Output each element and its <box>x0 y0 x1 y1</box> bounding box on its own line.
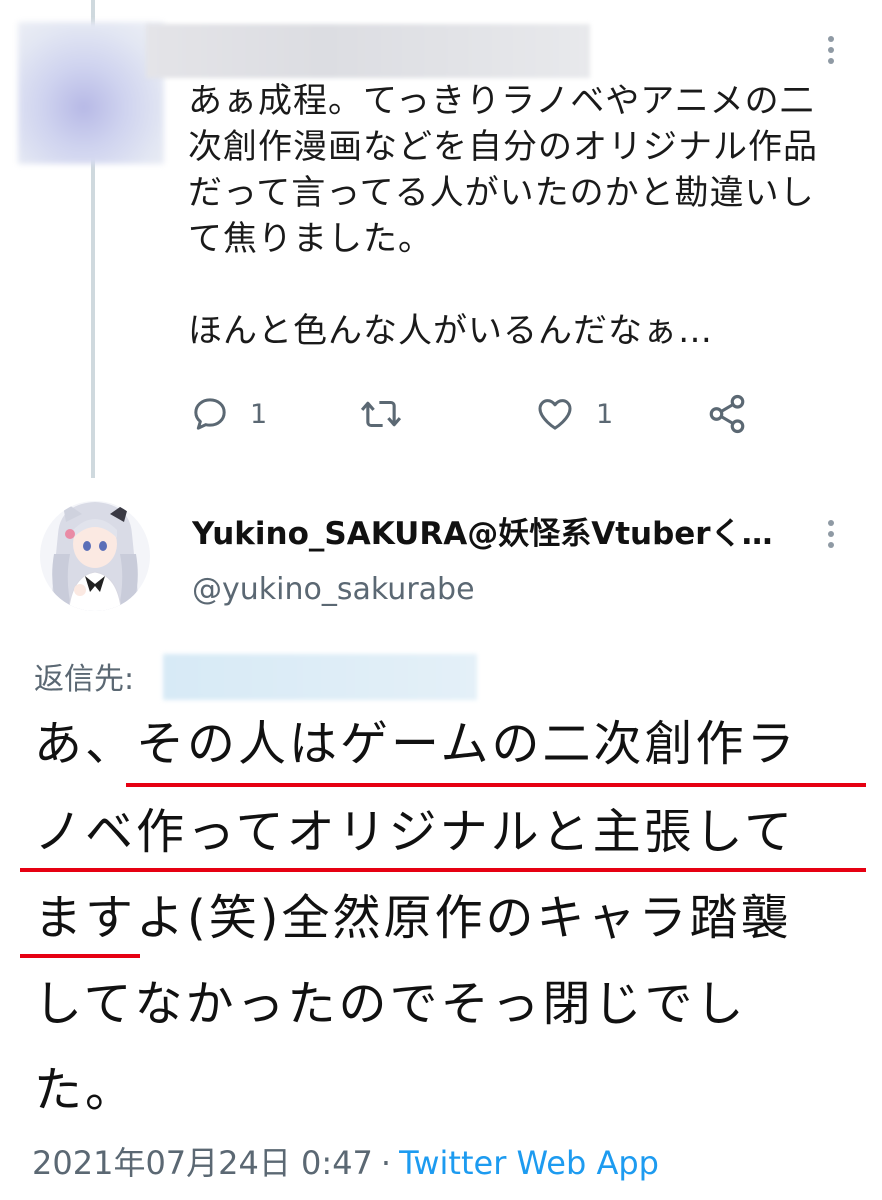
tweet-text-line-4: してなかったのでそっ閉じでし <box>34 976 747 1032</box>
parent-tweet-text: あぁ成程。てっきりラノベやアニメの二 次創作漫画などを自分のオリジナル作品 だっ… <box>188 81 818 351</box>
like-count: 1 <box>596 398 614 430</box>
blurred-avatar[interactable] <box>18 22 164 164</box>
tweet-text-line-2: ノベ作ってオリジナルと主張して <box>34 804 796 860</box>
timestamp-text[interactable]: 2021年07月24日 0:47 <box>32 1144 373 1182</box>
share-button[interactable] <box>706 392 748 436</box>
replying-to-label: 返信先: <box>34 662 135 697</box>
like-button[interactable]: 1 <box>534 392 613 436</box>
user-handle[interactable]: @yukino_sakurabe <box>192 572 475 607</box>
red-underline-2 <box>20 868 866 872</box>
tweet-text-line-1: あ、その人はゲームの二次創作ラ <box>34 716 798 772</box>
more-options-icon[interactable] <box>826 36 836 64</box>
blurred-display-name[interactable] <box>146 24 590 78</box>
heart-icon <box>538 399 572 430</box>
red-underline-1 <box>126 783 866 787</box>
tweet-text-line-5: た。 <box>34 1062 137 1118</box>
tweet-timestamp[interactable]: 2021年07月24日 0:47 · Twitter Web App <box>32 1138 659 1184</box>
avatar[interactable] <box>40 494 150 618</box>
reply-button[interactable]: 1 <box>190 392 267 436</box>
tweet-text-line-3: ますよ(笑)全然原作のキャラ踏襲 <box>34 890 792 946</box>
blurred-replying-to-handle[interactable] <box>163 654 477 700</box>
share-icon <box>709 394 745 434</box>
more-options-icon[interactable] <box>826 520 836 548</box>
separator-dot: · <box>380 1144 392 1182</box>
display-name[interactable]: Yukino_SAKURA@妖怪系Vtuberく… <box>192 508 792 553</box>
reply-bubble-icon <box>194 398 226 430</box>
reply-count: 1 <box>250 398 268 430</box>
retweet-button[interactable] <box>358 392 404 436</box>
red-underline-3 <box>20 954 140 958</box>
source-app-link[interactable]: Twitter Web App <box>399 1144 659 1182</box>
retweet-icon <box>360 400 402 428</box>
